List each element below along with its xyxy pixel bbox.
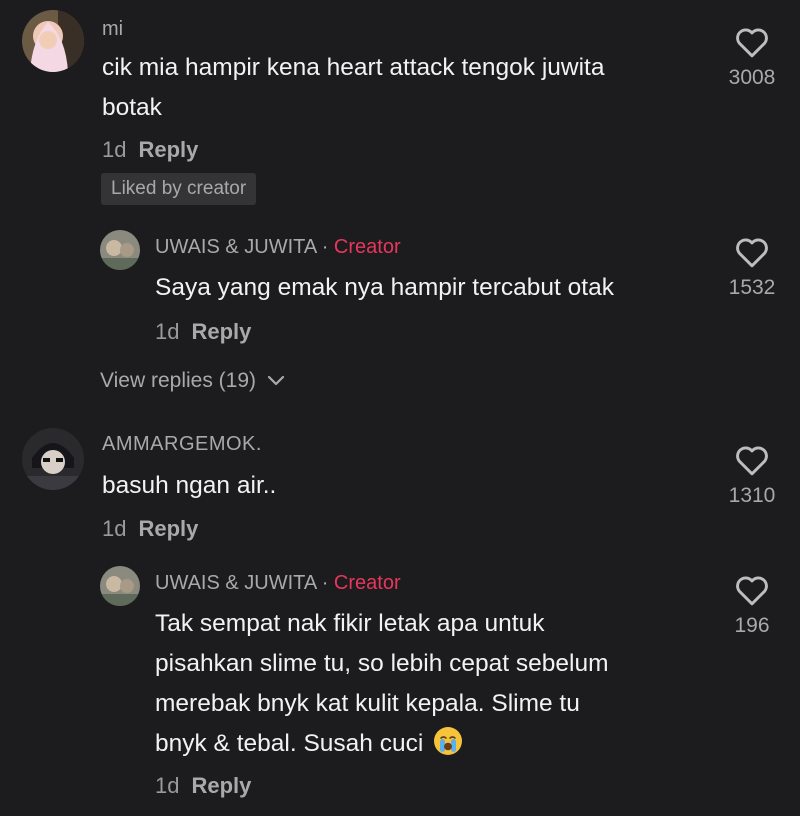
- reply-button[interactable]: Reply: [191, 773, 251, 798]
- comment-age: 1d: [102, 137, 127, 162]
- comment-age: 1d: [102, 516, 127, 541]
- comment-meta: 1d Reply: [102, 137, 198, 163]
- reply-text-line: Saya yang emak nya hampir tercabut otak: [155, 274, 614, 301]
- heart-icon[interactable]: [734, 26, 770, 58]
- separator: ·: [321, 236, 329, 258]
- separator: ·: [321, 572, 329, 594]
- crying-face-icon: [434, 727, 463, 755]
- liked-by-creator-badge: Liked by creator: [101, 173, 257, 205]
- reply-text-line: bnyk & tebal. Susah cuci: [155, 730, 424, 757]
- like-button[interactable]: 1310: [712, 444, 792, 508]
- reply-age: 1d: [155, 319, 180, 344]
- like-button[interactable]: 196: [712, 574, 792, 638]
- creator-badge: Creator: [333, 236, 401, 258]
- creator-name[interactable]: UWAIS & JUWITA: [155, 236, 316, 258]
- reply-text-line: merebak bnyk kat kulit kepala. Slime tu: [155, 690, 580, 717]
- comment-username[interactable]: mi: [102, 18, 123, 41]
- heart-icon[interactable]: [734, 236, 770, 268]
- comment-text-line: basuh ngan air..: [102, 472, 277, 499]
- creator-badge: Creator: [333, 572, 401, 594]
- creator-avatar[interactable]: [100, 230, 140, 270]
- creator-name[interactable]: UWAIS & JUWITA: [155, 572, 316, 594]
- reply-text: Saya yang emak nya hampir tercabut otak: [155, 268, 715, 308]
- chevron-down-icon: [267, 376, 284, 386]
- reply-button[interactable]: Reply: [191, 319, 251, 344]
- reply-text-line-with-emoji: bnyk & tebal. Susah cuci: [155, 724, 715, 764]
- reply-age: 1d: [155, 773, 180, 798]
- like-button[interactable]: 3008: [712, 26, 792, 90]
- reply-button[interactable]: Reply: [138, 137, 198, 162]
- heart-icon[interactable]: [734, 574, 770, 606]
- view-replies-button[interactable]: View replies (19): [100, 369, 288, 393]
- comment-username[interactable]: AMMARGEMOK.: [102, 433, 262, 456]
- reply-text: Tak sempat nak fikir letak apa untuk pis…: [155, 604, 715, 764]
- reply-username: UWAIS & JUWITA · Creator: [155, 236, 401, 259]
- reply-username: UWAIS & JUWITA · Creator: [155, 572, 401, 595]
- like-count: 196: [734, 614, 770, 637]
- comment-text: basuh ngan air..: [102, 466, 722, 506]
- like-count: 1532: [728, 276, 776, 299]
- like-count: 3008: [728, 66, 776, 89]
- reply-button[interactable]: Reply: [138, 516, 198, 541]
- avatar[interactable]: [22, 428, 84, 490]
- view-replies-label: View replies (19): [100, 369, 257, 392]
- comment-text: cik mia hampir kena heart attack tengok …: [102, 48, 722, 128]
- comment-text-line: botak: [102, 94, 162, 121]
- heart-icon[interactable]: [734, 444, 770, 476]
- reply-meta: 1d Reply: [155, 319, 251, 345]
- comment-meta: 1d Reply: [102, 516, 198, 542]
- creator-avatar[interactable]: [100, 566, 140, 606]
- reply-text-line: pisahkan slime tu, so lebih cepat sebelu…: [155, 650, 609, 677]
- reply-text-line: Tak sempat nak fikir letak apa untuk: [155, 610, 545, 637]
- reply-meta: 1d Reply: [155, 773, 251, 799]
- like-count: 1310: [728, 484, 776, 507]
- like-button[interactable]: 1532: [712, 236, 792, 300]
- avatar[interactable]: [22, 10, 84, 72]
- comment-text-line: cik mia hampir kena heart attack tengok …: [102, 54, 605, 81]
